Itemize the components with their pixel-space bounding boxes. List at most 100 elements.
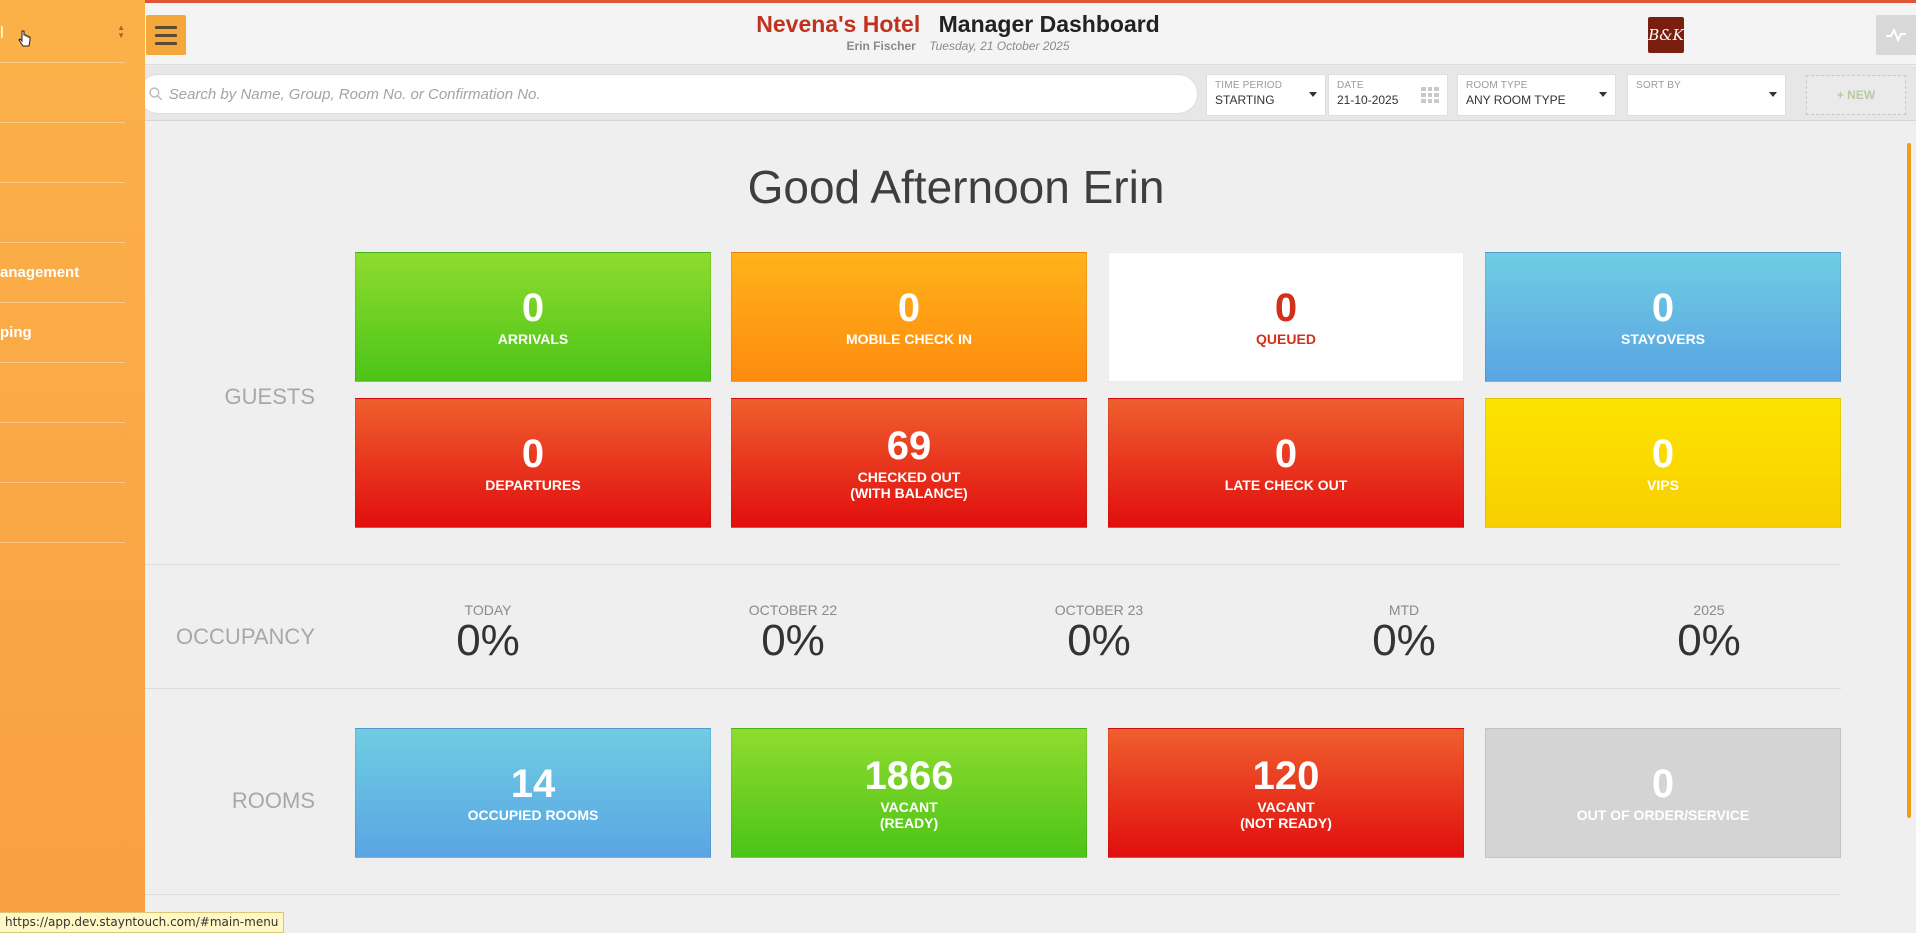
hotel-logo: B&K xyxy=(1648,17,1684,53)
late-check-out-tile[interactable]: 0 LATE CHECK OUT xyxy=(1108,398,1464,528)
tile-value: 69 xyxy=(886,424,932,468)
queued-tile[interactable]: 0 QUEUED xyxy=(1108,252,1464,382)
time-period-select[interactable]: TIME PERIOD STARTING xyxy=(1206,74,1326,116)
occupancy-section-label: OCCUPANCY xyxy=(176,624,315,649)
mobile-check-in-tile[interactable]: 0 MOBILE CHECK IN xyxy=(731,252,1087,382)
occupancy-value: 0% xyxy=(1677,616,1741,665)
sort-by-select[interactable]: SORT BY xyxy=(1627,74,1786,116)
header: Nevena's Hotel Manager Dashboard Erin Fi… xyxy=(0,3,1916,65)
greeting: Good Afternoon Erin xyxy=(747,161,1165,213)
tile-value: 0 xyxy=(897,286,921,330)
search-icon xyxy=(149,87,163,101)
tile-label: VIPS xyxy=(1647,477,1679,493)
tile-value: 0 xyxy=(1274,286,1298,330)
tile-label: STAYOVERS xyxy=(1620,331,1706,347)
sidebar-item[interactable] xyxy=(0,63,125,123)
sort-arrows-icon: ▲ ▼ xyxy=(117,23,125,40)
dashboard-main: Good Afternoon Erin GUESTS 0 ARRIVALS 0 … xyxy=(145,122,1916,933)
scrollbar[interactable] xyxy=(1907,143,1911,818)
tile-label: DEPARTURES xyxy=(485,477,581,493)
departures-tile[interactable]: 0 DEPARTURES xyxy=(355,398,711,528)
tile-value: 14 xyxy=(510,762,556,806)
tile-value: 120 xyxy=(1252,754,1320,798)
date-picker[interactable]: DATE 21-10-2025 xyxy=(1328,74,1448,116)
hotel-selector-text: l xyxy=(0,23,4,42)
occupancy-october-23: OCTOBER 23 0% xyxy=(999,602,1199,666)
hotel-name: Nevena's Hotel xyxy=(756,11,921,37)
tile-value: 0 xyxy=(1651,432,1675,476)
header-title-block: Nevena's Hotel Manager Dashboard Erin Fi… xyxy=(0,11,1916,53)
occupancy-mtd: MTD 0% xyxy=(1304,602,1504,666)
tile-value: 1866 xyxy=(864,754,954,798)
section-divider xyxy=(145,894,1841,895)
activity-button[interactable] xyxy=(1876,15,1916,55)
section-divider xyxy=(145,688,1841,689)
sidebar-item[interactable] xyxy=(0,483,125,543)
sidebar-item[interactable] xyxy=(0,423,125,483)
user-name: Erin Fischer xyxy=(846,39,916,53)
occupancy-value: 0% xyxy=(761,616,825,665)
sidebar-item[interactable] xyxy=(0,123,125,183)
business-date: Tuesday, 21 October 2025 xyxy=(929,39,1070,53)
occupancy-october-22: OCTOBER 22 0% xyxy=(693,602,893,666)
sidebar-item-housekeeping[interactable]: ping xyxy=(0,303,125,363)
chevron-down-icon xyxy=(1309,92,1317,97)
activity-pulse-icon xyxy=(1886,28,1906,42)
guests-section-label: GUESTS xyxy=(224,384,315,409)
occupied-rooms-tile[interactable]: 14 OCCUPIED ROOMS xyxy=(355,728,711,858)
time-period-value: STARTING xyxy=(1215,93,1275,107)
chevron-down-icon xyxy=(1599,92,1607,97)
occupancy-value: 0% xyxy=(1067,616,1131,665)
chevron-down-icon xyxy=(1769,92,1777,97)
section-divider xyxy=(145,564,1841,565)
tile-label: OCCUPIED ROOMS xyxy=(467,807,599,823)
vacant-ready-tile[interactable]: 1866 VACANT (READY) xyxy=(731,728,1087,858)
room-type-value: ANY ROOM TYPE xyxy=(1466,93,1566,107)
tile-value: 0 xyxy=(1651,286,1675,330)
sidebar-item[interactable] xyxy=(0,363,125,423)
tile-label: VACANT xyxy=(880,799,938,815)
tile-sublabel: (WITH BALANCE) xyxy=(850,485,968,501)
tile-sublabel: (READY) xyxy=(879,815,939,831)
search-toolbar: TIME PERIOD STARTING DATE 21-10-2025 ROO… xyxy=(0,66,1916,121)
search-box[interactable] xyxy=(138,74,1198,114)
checked-out-with-balance-tile[interactable]: 69 CHECKED OUT (WITH BALANCE) xyxy=(731,398,1087,528)
vacant-not-ready-tile[interactable]: 120 VACANT (NOT READY) xyxy=(1108,728,1464,858)
tile-value: 0 xyxy=(521,286,545,330)
tile-value: 0 xyxy=(1274,432,1298,476)
tile-label: LATE CHECK OUT xyxy=(1224,477,1348,493)
search-input[interactable] xyxy=(168,85,1197,103)
tile-value: 0 xyxy=(521,432,545,476)
time-period-label: TIME PERIOD xyxy=(1215,80,1283,91)
vips-tile[interactable]: 0 VIPS xyxy=(1485,398,1841,528)
rooms-section-label: ROOMS xyxy=(231,788,315,813)
occupancy-today: TODAY 0% xyxy=(388,602,588,666)
sidebar-item[interactable] xyxy=(0,183,125,243)
occupancy-year: 2025 0% xyxy=(1609,602,1809,666)
header-subtitle: Erin Fischer Tuesday, 21 October 2025 xyxy=(0,39,1916,53)
sort-by-label: SORT BY xyxy=(1636,80,1681,91)
tile-label: CHECKED OUT xyxy=(857,469,961,485)
dashboard-title: Manager Dashboard xyxy=(938,11,1160,37)
pointer-cursor-icon xyxy=(18,30,31,47)
page-title: Nevena's Hotel Manager Dashboard xyxy=(0,11,1916,38)
tile-label: QUEUED xyxy=(1256,331,1316,347)
tile-label: MOBILE CHECK IN xyxy=(846,331,972,347)
link-status-bar: https://app.dev.stayntouch.com/#main-men… xyxy=(0,912,285,933)
calendar-icon[interactable] xyxy=(1421,87,1439,103)
stayovers-tile[interactable]: 0 STAYOVERS xyxy=(1485,252,1841,382)
arrivals-tile[interactable]: 0 ARRIVALS xyxy=(355,252,711,382)
sidebar-item-management[interactable]: anagement xyxy=(0,243,125,303)
tile-label: ARRIVALS xyxy=(497,331,569,347)
tile-label: VACANT xyxy=(1257,799,1315,815)
main-menu-sidebar: l ▲ ▼ anagement ping xyxy=(0,0,145,933)
out-of-order-tile[interactable]: 0 OUT OF ORDER/SERVICE xyxy=(1485,728,1841,858)
occupancy-value: 0% xyxy=(456,616,520,665)
new-reservation-button[interactable]: + NEW xyxy=(1806,75,1906,115)
occupancy-value: 0% xyxy=(1372,616,1436,665)
tile-sublabel: (NOT READY) xyxy=(1240,815,1332,831)
room-type-label: ROOM TYPE xyxy=(1466,80,1528,91)
tile-label: OUT OF ORDER/SERVICE xyxy=(1576,807,1750,823)
tile-value: 0 xyxy=(1651,762,1675,806)
room-type-select[interactable]: ROOM TYPE ANY ROOM TYPE xyxy=(1457,74,1616,116)
